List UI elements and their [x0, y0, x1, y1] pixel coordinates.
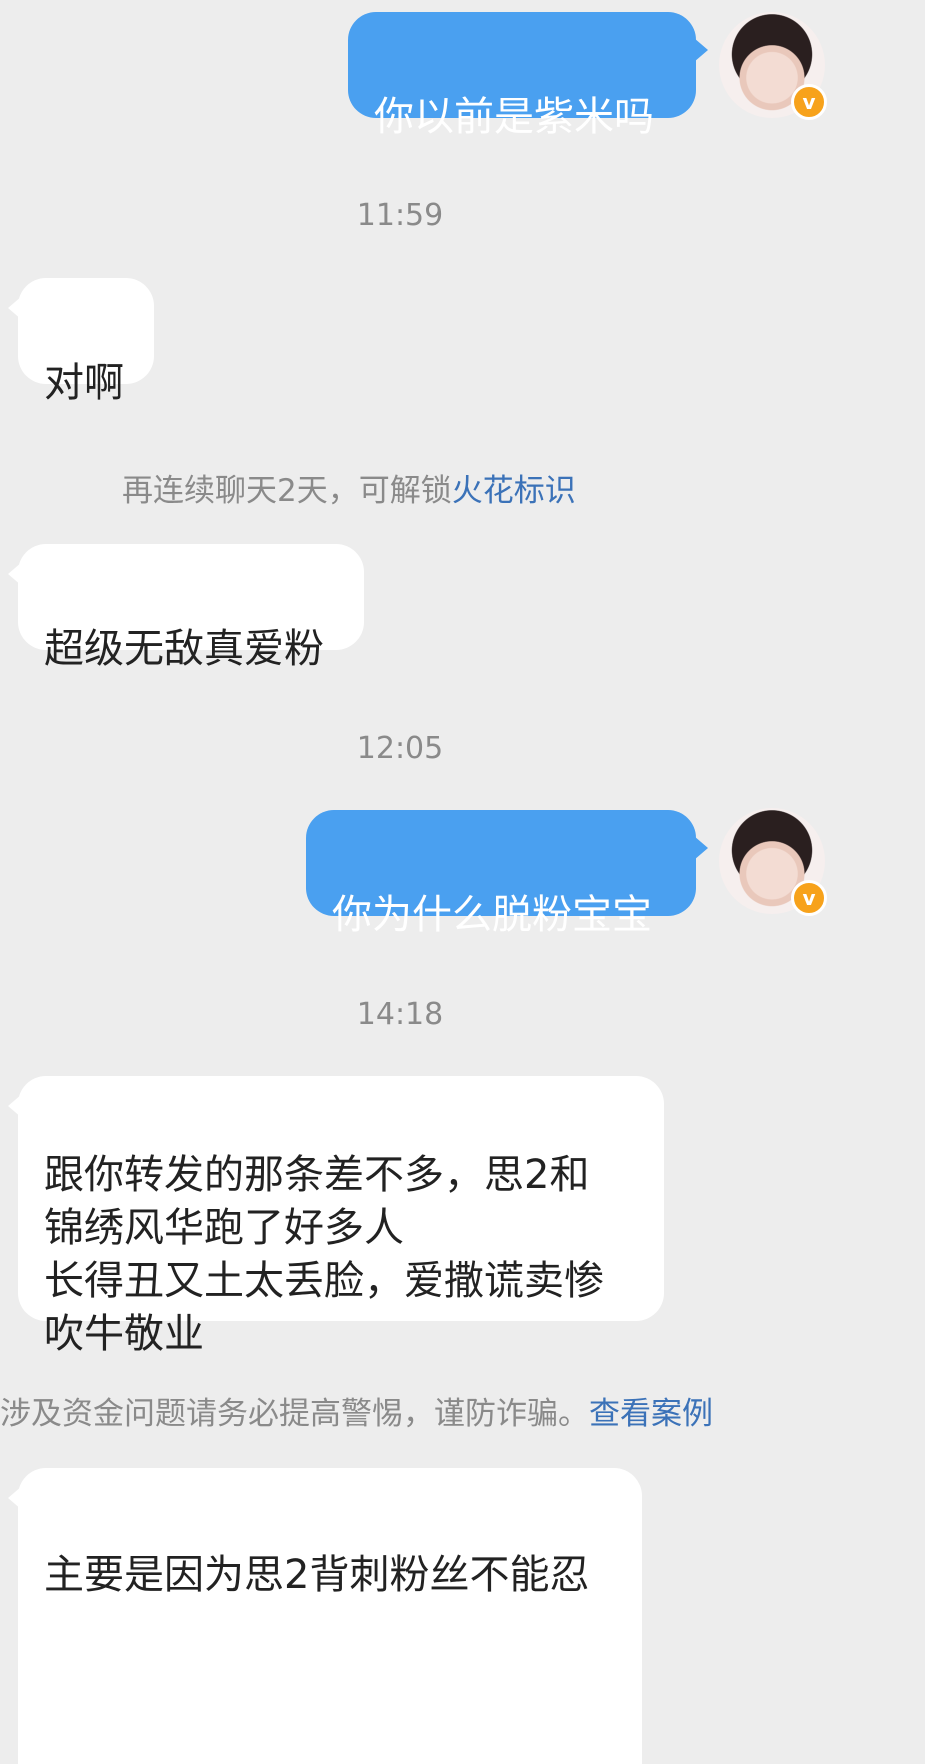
timestamp: 14:18: [356, 997, 444, 1032]
incoming-message[interactable]: 跟你转发的那条差不多，思2和 锦绣风华跑了好多人 长得丑又土太丢脸，爱撒谎卖惨 …: [8, 1076, 664, 1357]
outgoing-message[interactable]: 你以前是紫米吗: [348, 12, 708, 140]
fraud-warning-notice: 涉及资金问题请务必提高警惕，谨防诈骗。查看案例: [0, 1388, 713, 1433]
system-notice: 再连续聊天2天，可解锁火花标识: [122, 465, 576, 510]
notice-text: 再连续聊天2天，可解锁: [122, 473, 452, 509]
avatar[interactable]: v: [719, 12, 827, 120]
verified-badge-icon: v: [791, 880, 827, 916]
incoming-message[interactable]: 主要是因为思2背刺粉丝不能忍: [8, 1468, 642, 1764]
message-text: 跟你转发的那条差不多，思2和 锦绣风华跑了好多人 长得丑又土太丢脸，爱撒谎卖惨 …: [44, 1152, 604, 1357]
verified-badge-icon: v: [791, 84, 827, 120]
timestamp: 12:05: [356, 731, 444, 766]
message-text: 你为什么脱粉宝宝: [332, 892, 652, 938]
notice-text: 涉及资金问题请务必提高警惕，谨防诈骗。: [0, 1396, 589, 1432]
view-cases-link[interactable]: 查看案例: [589, 1396, 713, 1432]
message-text: 对啊: [44, 360, 124, 406]
avatar[interactable]: v: [719, 808, 827, 916]
spark-badge-link[interactable]: 火花标识: [452, 473, 576, 509]
message-text: 超级无敌真爱粉: [44, 626, 324, 672]
incoming-message[interactable]: 对啊: [8, 278, 154, 406]
incoming-message[interactable]: 超级无敌真爱粉: [8, 544, 364, 672]
message-text: 你以前是紫米吗: [374, 94, 654, 140]
timestamp: 11:59: [356, 198, 444, 233]
outgoing-message[interactable]: 你为什么脱粉宝宝: [306, 810, 708, 938]
message-text: 主要是因为思2背刺粉丝不能忍: [44, 1552, 590, 1598]
